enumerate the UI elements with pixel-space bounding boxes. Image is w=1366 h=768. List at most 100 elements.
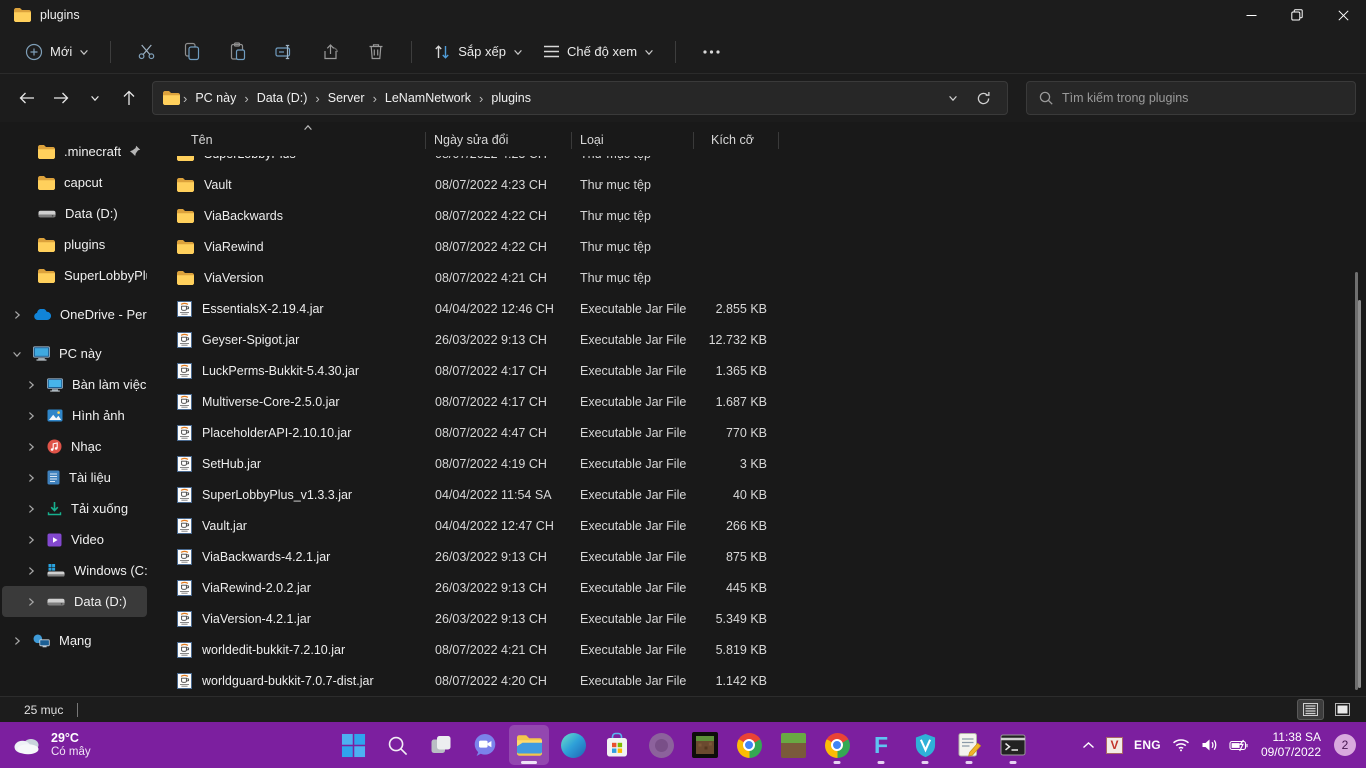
close-button[interactable] [1320,0,1366,30]
file-row[interactable]: worldguard-bukkit-7.0.7-dist.jar08/07/20… [163,665,1366,696]
delete-button[interactable] [355,34,397,70]
chevron-right-icon[interactable] [10,310,24,320]
taskbar-button-letter-f[interactable]: F [861,725,901,765]
taskbar-button-chrome[interactable] [817,725,857,765]
file-row[interactable]: worldedit-bukkit-7.2.10.jar08/07/2022 4:… [163,634,1366,665]
file-row[interactable]: ViaVersion-4.2.1.jar26/03/2022 9:13 CHEx… [163,603,1366,634]
breadcrumb-item[interactable]: plugins [484,87,538,109]
sidebar-item-data-d-[interactable]: Data (D:) [2,586,147,617]
column-divider[interactable] [778,132,779,149]
forward-button[interactable] [44,82,78,114]
chevron-right-icon[interactable] [24,442,38,452]
file-row[interactable]: SuperLobbyPlus_v1.3.3.jar04/04/2022 11:5… [163,479,1366,510]
details-view-button[interactable] [1297,699,1324,720]
breadcrumb-item[interactable]: LeNamNetwork [378,87,478,109]
file-row[interactable]: SetHub.jar08/07/2022 4:19 CHExecutable J… [163,448,1366,479]
chevron-right-icon[interactable] [24,504,38,514]
taskbar-button-chat[interactable] [465,725,505,765]
sidebar-item-onedrive-perso[interactable]: OneDrive - Perso [2,299,147,330]
column-header-ng-y-s-a-i[interactable]: Ngày sửa đổi [426,124,571,156]
column-header-lo-i[interactable]: Loại [572,124,693,156]
volume-icon[interactable] [1201,738,1218,752]
sidebar-item-superlobbyplu[interactable]: SuperLobbyPlu [2,260,147,291]
chevron-right-icon[interactable] [24,597,38,607]
file-row[interactable]: EssentialsX-2.19.4.jar04/04/2022 12:46 C… [163,293,1366,324]
address-bar[interactable]: ›PC này›Data (D:)›Server›LeNamNetwork›pl… [152,81,1008,115]
tray-chevron-up-icon[interactable] [1082,741,1095,749]
minimize-button[interactable] [1228,0,1274,30]
taskbar-button-start[interactable] [333,725,373,765]
search-input[interactable] [1062,91,1343,105]
sort-button[interactable]: Sắp xếp [424,36,532,68]
file-row[interactable]: Geyser-Spigot.jar26/03/2022 9:13 CHExecu… [163,324,1366,355]
taskbar-button-notepad[interactable] [949,725,989,765]
file-row[interactable]: ViaVersion08/07/2022 4:21 CHThư mục tệp [163,262,1366,293]
sidebar-item-h-nh-nh[interactable]: Hình ảnh [2,400,147,431]
address-dropdown-icon[interactable] [948,93,958,103]
view-mode-button[interactable]: Chế độ xem [534,37,663,66]
notification-badge[interactable]: 2 [1334,734,1356,756]
file-row[interactable]: Vault08/07/2022 4:23 CHThư mục tệp [163,169,1366,200]
column-header-k-ch-c-[interactable]: Kích cỡ [694,124,778,156]
chevron-down-icon[interactable] [10,349,24,359]
file-row[interactable]: ViaBackwards08/07/2022 4:22 CHThư mục tệ… [163,200,1366,231]
more-options-button[interactable] [690,34,732,70]
column-header-t-n[interactable]: Tên [163,124,425,156]
taskbar-button-console[interactable] [993,725,1033,765]
sidebar-item-t-i-li-u[interactable]: Tài liệu [2,462,147,493]
file-row[interactable]: ViaRewind08/07/2022 4:22 CHThư mục tệp [163,231,1366,262]
taskbar-button-gray-app[interactable] [641,725,681,765]
sidebar-item--minecraft[interactable]: .minecraft [2,136,147,167]
file-row[interactable]: SuperLobbyPlus08/07/2022 4:23 CHThư mục … [163,156,1366,169]
file-row[interactable]: ViaRewind-2.0.2.jar26/03/2022 9:13 CHExe… [163,572,1366,603]
file-row[interactable]: Vault.jar04/04/2022 12:47 CHExecutable J… [163,510,1366,541]
breadcrumb-item[interactable]: Data (D:) [250,87,315,109]
new-button[interactable]: Mới [16,36,98,68]
chevron-right-icon[interactable] [24,473,38,483]
sidebar-item-plugins[interactable]: plugins [2,229,147,260]
up-button[interactable] [112,82,146,114]
sidebar-item-data-d-[interactable]: Data (D:) [2,198,147,229]
sidebar-item-capcut[interactable]: capcut [2,167,147,198]
taskbar-button-store[interactable] [597,725,637,765]
chevron-right-icon[interactable] [24,535,38,545]
file-row[interactable]: PlaceholderAPI-2.10.10.jar08/07/2022 4:4… [163,417,1366,448]
taskbar-button-file-explorer[interactable] [509,725,549,765]
restore-button[interactable] [1274,0,1320,30]
cut-button[interactable] [125,34,167,70]
breadcrumb-item[interactable]: PC này [188,87,243,109]
taskbar-button-edge[interactable] [553,725,593,765]
weather-widget[interactable]: 29°C Có mây [0,731,91,759]
back-button[interactable] [10,82,44,114]
file-list-scrollbar[interactable] [1358,300,1361,688]
sidebar-item-nh-c[interactable]: Nhạc [2,431,147,462]
sidebar-item-video[interactable]: Video [2,524,147,555]
battery-plugged-icon[interactable] [1229,739,1250,752]
file-row[interactable]: LuckPerms-Bukkit-5.4.30.jar08/07/2022 4:… [163,355,1366,386]
file-row[interactable]: ViaBackwards-4.2.1.jar26/03/2022 9:13 CH… [163,541,1366,572]
rename-button[interactable] [263,34,305,70]
breadcrumb-item[interactable]: Server [321,87,372,109]
taskbar-button-minecraft[interactable] [773,725,813,765]
large-icons-view-button[interactable] [1329,699,1356,720]
sidebar-item-m-ng[interactable]: Mạng [2,625,147,656]
paste-button[interactable] [217,34,259,70]
taskbar-button-task-view[interactable] [421,725,461,765]
sidebar-item-pc-n-y[interactable]: PC này [2,338,147,369]
share-button[interactable] [309,34,351,70]
language-indicator[interactable]: ENG [1134,738,1161,752]
sidebar-item-windows-c-[interactable]: Windows (C:) [2,555,147,586]
recent-locations-button[interactable] [78,82,112,114]
chevron-right-icon[interactable] [24,411,38,421]
vietkey-tray-icon[interactable]: V [1106,737,1123,754]
wifi-icon[interactable] [1172,738,1190,752]
file-row[interactable]: Multiverse-Core-2.5.0.jar08/07/2022 4:17… [163,386,1366,417]
chevron-right-icon[interactable] [24,566,38,576]
refresh-icon[interactable] [976,91,991,106]
taskbar-button-tlauncher[interactable] [685,725,725,765]
taskbar-button-chrome[interactable] [729,725,769,765]
taskbar-button-taskbar-search[interactable] [377,725,417,765]
copy-button[interactable] [171,34,213,70]
clock[interactable]: 11:38 SA 09/07/2022 [1261,730,1321,760]
sidebar-item-t-i-xu-ng[interactable]: Tải xuống [2,493,147,524]
